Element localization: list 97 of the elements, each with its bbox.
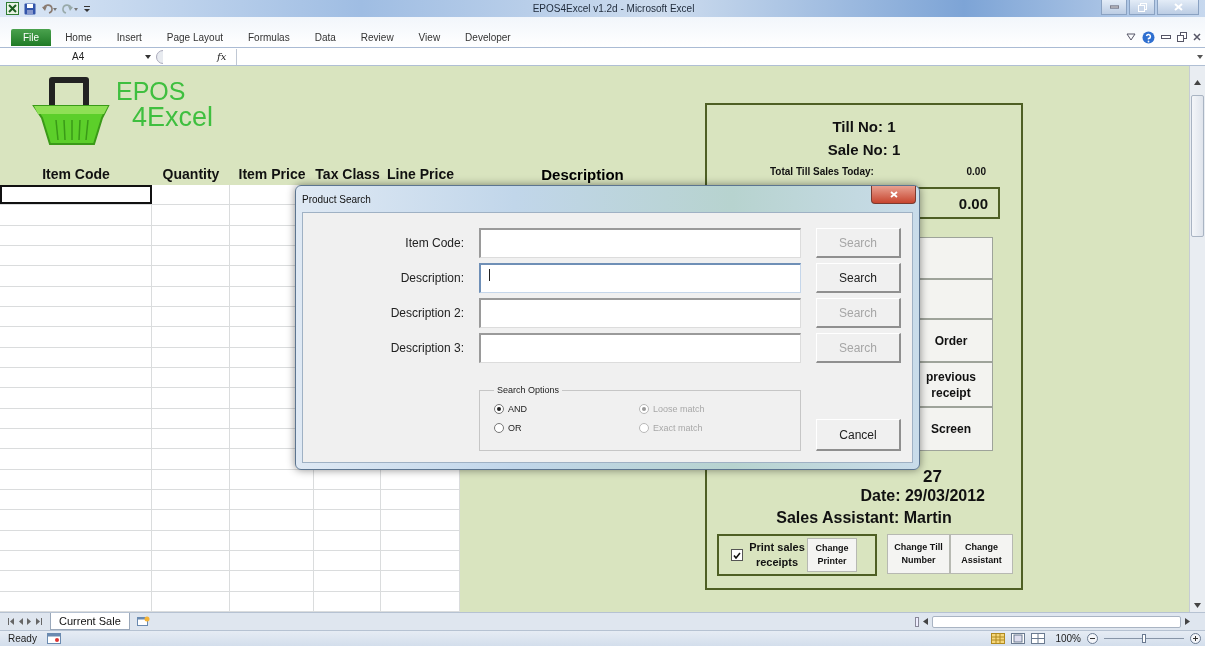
formula-input[interactable] — [236, 48, 1205, 65]
restore-button[interactable] — [1129, 0, 1155, 15]
radio-label: Exact match — [653, 423, 703, 433]
radio-label: Loose match — [653, 404, 705, 414]
column-header: Item Code — [42, 166, 110, 182]
file-tab[interactable]: File — [11, 29, 52, 46]
text-field[interactable] — [479, 333, 801, 363]
spreadsheet-app-icon — [6, 2, 19, 15]
minimize-icon — [1109, 5, 1119, 9]
ribbon-tab[interactable]: Data — [314, 29, 336, 47]
normal-view-icon[interactable] — [991, 633, 1006, 644]
column-header: Description — [541, 165, 624, 183]
text-field[interactable] — [479, 228, 801, 258]
status-text: Ready — [8, 633, 37, 644]
column-header: Tax Class — [315, 166, 380, 182]
scroll-left-icon[interactable] — [923, 618, 928, 625]
text-field[interactable] — [479, 298, 801, 328]
minimize-icon[interactable] — [1161, 35, 1171, 39]
close-icon — [889, 191, 898, 198]
scroll-thumb[interactable] — [932, 615, 1181, 628]
close-button[interactable] — [871, 186, 916, 204]
close-icon — [1173, 3, 1183, 11]
date-label: Date: 29/03/2012 — [860, 487, 985, 504]
selected-cell[interactable] — [0, 185, 152, 205]
next-sheet-icon[interactable] — [27, 618, 32, 625]
sheet-tab[interactable]: Current Sale — [50, 612, 130, 630]
till-number: Till No: 1 — [832, 118, 896, 135]
help-icon[interactable] — [1142, 30, 1155, 44]
partial-text: 27 — [923, 467, 942, 486]
page-break-view-icon[interactable] — [1031, 633, 1046, 644]
scroll-down-icon[interactable] — [1194, 603, 1201, 608]
text-field[interactable] — [479, 263, 801, 293]
name-box[interactable]: A4 — [0, 48, 155, 65]
radio-label: OR — [508, 423, 522, 433]
insert-sheet-icon[interactable] — [135, 616, 150, 627]
redo-icon[interactable] — [62, 2, 78, 15]
field-label: Item Code: — [405, 236, 464, 250]
zoom-slider[interactable] — [1104, 634, 1184, 643]
ribbon-tab[interactable]: Insert — [116, 29, 142, 47]
horizontal-scrollbar[interactable] — [915, 614, 1190, 629]
cancel-button[interactable]: Cancel — [816, 419, 901, 451]
change-assistant-button[interactable]: Change Assistant — [950, 534, 1013, 574]
logo-text: 4Excel — [132, 104, 214, 130]
ribbon-tab[interactable]: View — [418, 29, 441, 47]
close-icon[interactable] — [1193, 33, 1201, 41]
zoom-out-icon[interactable] — [1087, 633, 1098, 644]
field-label: Description 3: — [390, 341, 464, 355]
restore-icon — [1137, 2, 1147, 12]
restore-icon[interactable] — [1177, 32, 1187, 42]
minimize-button[interactable] — [1101, 0, 1127, 15]
shopping-basket-logo-icon — [30, 76, 112, 148]
checkbox-label: Print sales receipts — [748, 540, 806, 570]
page-layout-view-icon[interactable] — [1011, 633, 1026, 644]
split-handle-icon[interactable] — [915, 616, 919, 627]
total-sales-value: 0.00 — [966, 165, 986, 179]
insert-function-button[interactable]: fx — [217, 51, 227, 62]
field-label: Description: — [400, 271, 464, 285]
save-icon[interactable] — [24, 2, 36, 15]
vertical-scrollbar[interactable] — [1189, 66, 1205, 612]
scroll-up-icon[interactable] — [1194, 80, 1201, 85]
ribbon-tab[interactable]: Review — [360, 29, 394, 47]
field-label: Description 2: — [390, 306, 464, 320]
expand-icon — [1197, 54, 1203, 59]
zoom-slider-thumb[interactable] — [1142, 634, 1146, 643]
record-macro-icon[interactable] — [46, 633, 61, 644]
scroll-thumb[interactable] — [1191, 95, 1204, 237]
radio-button[interactable] — [494, 423, 504, 433]
dropdown-caret-icon — [145, 54, 151, 59]
sales-assistant-label: Sales Assistant: Martin — [776, 509, 952, 526]
collapse-ribbon-icon[interactable] — [1126, 33, 1136, 41]
logo-text: EPOS — [116, 78, 187, 104]
last-sheet-icon[interactable] — [36, 618, 42, 625]
column-header: Line Price — [387, 166, 454, 182]
undo-icon[interactable] — [41, 2, 57, 15]
ribbon-tab[interactable]: Home — [65, 29, 92, 47]
radio-button[interactable] — [494, 404, 504, 414]
checkmark-icon — [733, 551, 741, 559]
search-button[interactable]: Search — [816, 263, 901, 293]
checkbox[interactable] — [731, 549, 743, 561]
dialog-title: Product Search — [302, 193, 371, 205]
change-printer-button[interactable]: Change Printer — [807, 538, 857, 572]
sale-number: Sale No: 1 — [827, 141, 901, 158]
window-title: EPOS4Excel v1.2d - Microsoft Excel — [532, 3, 695, 14]
change-till-button[interactable]: Change Till Number — [887, 534, 950, 574]
group-title: Search Options — [496, 385, 561, 395]
ribbon-tab[interactable]: Developer — [465, 29, 511, 47]
first-sheet-icon[interactable] — [8, 618, 14, 625]
radio-label: AND — [508, 404, 527, 414]
ribbon-tab[interactable]: Formulas — [248, 29, 290, 47]
scroll-right-icon[interactable] — [1185, 618, 1190, 625]
column-header: Item Price — [238, 166, 306, 182]
ribbon-tab[interactable]: Page Layout — [166, 29, 223, 47]
zoom-level[interactable]: 100% — [1055, 633, 1081, 644]
total-sales-label: Total Till Sales Today: — [770, 165, 874, 179]
zoom-in-icon[interactable] — [1190, 633, 1201, 644]
column-header: Quantity — [162, 166, 220, 182]
previous-sheet-icon[interactable] — [18, 618, 23, 625]
